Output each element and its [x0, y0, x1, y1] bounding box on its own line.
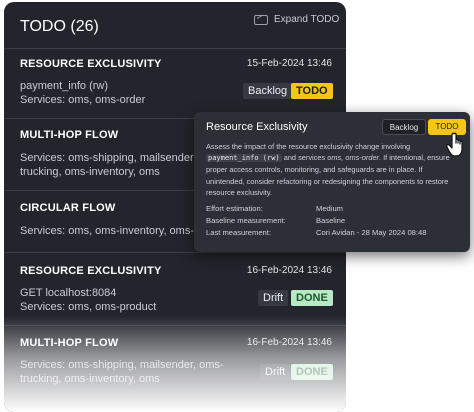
item-resource: payment_info (rw) [20, 80, 109, 92]
detail-popover: Resource Exclusivity Backlog TODO Assess… [194, 112, 470, 252]
item-services: Services: oms, oms-order [20, 94, 146, 106]
hand-cursor-icon [446, 132, 463, 157]
done-badge[interactable]: DONE [291, 290, 333, 306]
divider [4, 48, 346, 49]
desc-text: and services [281, 153, 328, 163]
backlog-badge[interactable]: Backlog [243, 83, 293, 99]
desc-services: oms, oms-order [327, 153, 380, 163]
backlog-button[interactable]: Backlog [382, 119, 426, 135]
expand-label: Expand TODO [274, 14, 340, 25]
item-title: MULTI-HOP FLOW [20, 129, 119, 141]
divider [4, 325, 346, 326]
item-date: 16-Feb-2024 13:46 [246, 265, 332, 276]
field-value: Baseline [316, 216, 346, 225]
field-label: Baseline measurement: [206, 216, 286, 225]
resource-code: payment_info (rw) [206, 154, 282, 163]
expand-todo-button[interactable]: Expand TODO [254, 14, 339, 25]
item-services: Services: oms, oms-product [20, 301, 157, 313]
field-label: Last measurement: [206, 228, 271, 237]
item-services: Services: oms-shipping, mailsender, oms- [20, 359, 224, 371]
item-services: Services: oms, oms-inventory, oms-shi [20, 225, 209, 237]
item-date: 15-Feb-2024 13:46 [246, 58, 332, 69]
item-date: 16-Feb-2024 13:46 [246, 337, 332, 348]
item-services: trucking, oms-inventory, oms [20, 373, 160, 385]
desc-text: Assess the impact of the resource exclus… [206, 142, 411, 151]
item-endpoint: GET localhost:8084 [20, 287, 117, 299]
item-services: Services: oms-shipping, mailsender, om [20, 152, 215, 164]
divider [4, 252, 346, 253]
todo-badge[interactable]: TODO [291, 83, 333, 99]
item-title: CIRCULAR FLOW [20, 202, 116, 214]
expand-icon [254, 14, 268, 25]
item-title: RESOURCE EXCLUSIVITY [20, 265, 162, 277]
drift-badge[interactable]: Drift [260, 364, 291, 380]
item-title: RESOURCE EXCLUSIVITY [20, 58, 162, 70]
popover-title: Resource Exclusivity [206, 121, 308, 133]
field-label: Effort estimation: [206, 204, 263, 213]
item-services: trucking, oms-inventory, oms [20, 166, 160, 178]
done-badge[interactable]: DONE [291, 364, 333, 380]
popover-description: Assess the impact of the resource exclus… [206, 141, 462, 198]
panel-title: TODO (26) [20, 18, 99, 35]
field-value: Cori Avidan - 28 May 2024 08:48 [316, 228, 427, 237]
drift-badge[interactable]: Drift [258, 290, 289, 306]
field-value: Medium [316, 204, 344, 213]
item-title: MULTI-HOP FLOW [20, 337, 119, 349]
